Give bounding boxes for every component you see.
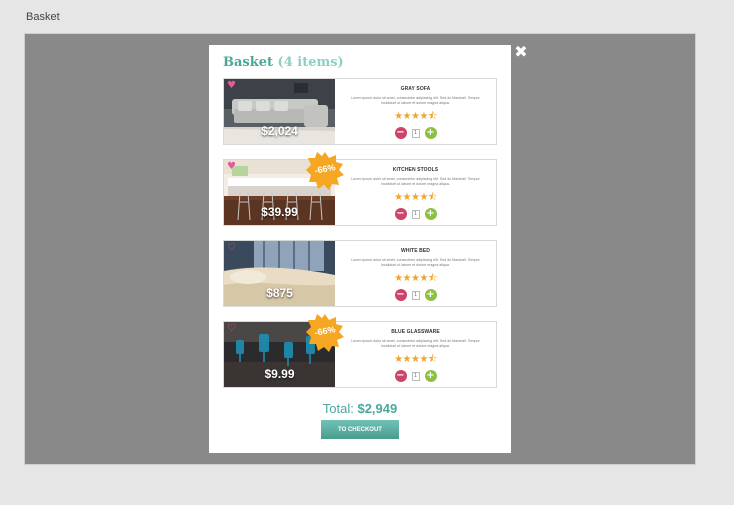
item-info: KITCHEN STOOLS Lorem ipsum dolor sit ame… xyxy=(335,160,496,225)
total-label: Total: xyxy=(322,401,354,416)
increase-button[interactable]: + xyxy=(424,289,437,301)
star-rating[interactable]: ★★★★⯪ xyxy=(335,190,496,207)
increase-button[interactable]: + xyxy=(424,370,437,382)
item-name: BLUE GLASSWARE xyxy=(391,329,440,335)
decrease-button[interactable]: − xyxy=(394,289,407,301)
total-value: $2,949 xyxy=(357,401,398,416)
product-image-bed: ♡ $875 xyxy=(224,241,335,306)
item-description: Lorem ipsum dolor sit amet, consectetur … xyxy=(351,258,480,267)
item-info: WHITE BED Lorem ipsum dolor sit amet, co… xyxy=(335,241,496,306)
item-count: (4 items) xyxy=(277,55,344,70)
decrease-button[interactable]: − xyxy=(394,208,407,220)
star-rating[interactable]: ★★★★⯪ xyxy=(335,352,496,369)
quantity-stepper: − 1 + xyxy=(335,370,496,382)
item-price: $9.99 xyxy=(264,367,295,381)
quantity-input[interactable]: 1 xyxy=(411,371,420,381)
item-name: WHITE BED xyxy=(401,248,430,254)
window-title: Basket xyxy=(26,11,60,23)
modal-title-text: Basket xyxy=(223,55,274,70)
item-description: Lorem ipsum dolor sit amet, consectetur … xyxy=(351,177,480,186)
close-icon[interactable]: ✖ xyxy=(513,44,529,60)
item-name: KITCHEN STOOLS xyxy=(392,167,439,173)
quantity-stepper: − 1 + xyxy=(335,208,496,220)
decrease-button[interactable]: − xyxy=(394,370,407,382)
checkout-button[interactable]: TO CHECKOUT xyxy=(321,420,399,439)
favorite-icon[interactable]: ♡ xyxy=(227,242,236,253)
favorite-icon[interactable]: ♥ xyxy=(227,161,236,172)
decrease-button[interactable]: − xyxy=(394,127,407,139)
modal-title: Basket (4 items) xyxy=(223,55,344,70)
item-description: Lorem ipsum dolor sit amet, consectetur … xyxy=(351,339,480,348)
basket-item: ♡ $9.99 -66% BLUE GLASSWARE Lorem ipsum … xyxy=(223,314,497,388)
increase-button[interactable]: + xyxy=(424,208,437,220)
star-rating[interactable]: ★★★★⯪ xyxy=(335,271,496,288)
star-rating[interactable]: ★★★★⯪ xyxy=(335,109,496,126)
item-price: $39.99 xyxy=(261,205,298,219)
basket-item: ♥ $2,024 GRAY SOFA Lorem ipsum dolor sit… xyxy=(223,78,497,145)
item-price: $2,024 xyxy=(261,124,298,138)
quantity-input[interactable]: 1 xyxy=(411,209,420,219)
increase-button[interactable]: + xyxy=(424,127,437,139)
total-line: Total: $2,949 xyxy=(209,401,511,416)
favorite-icon[interactable]: ♥ xyxy=(227,80,236,91)
quantity-stepper: − 1 + xyxy=(335,289,496,301)
quantity-input[interactable]: 1 xyxy=(411,128,420,138)
basket-item: ♡ $875 WHITE BED Lorem ipsum dolor sit a… xyxy=(223,240,497,307)
quantity-stepper: − 1 + xyxy=(335,127,496,139)
quantity-input[interactable]: 1 xyxy=(411,290,420,300)
item-description: Lorem ipsum dolor sit amet, consectetur … xyxy=(351,96,480,105)
basket-item: ♥ $39.99 -66% KITCHEN STOOLS Lorem ipsum… xyxy=(223,152,497,226)
product-image-sofa: ♥ $2,024 xyxy=(224,79,335,144)
item-name: GRAY SOFA xyxy=(400,86,431,92)
favorite-icon[interactable]: ♡ xyxy=(227,323,236,334)
basket-modal: Basket (4 items) ♥ $2,024 GRAY SOFA Lore… xyxy=(209,45,511,453)
item-price: $875 xyxy=(266,286,293,300)
item-info: GRAY SOFA Lorem ipsum dolor sit amet, co… xyxy=(335,79,496,144)
item-info: BLUE GLASSWARE Lorem ipsum dolor sit ame… xyxy=(335,322,496,387)
